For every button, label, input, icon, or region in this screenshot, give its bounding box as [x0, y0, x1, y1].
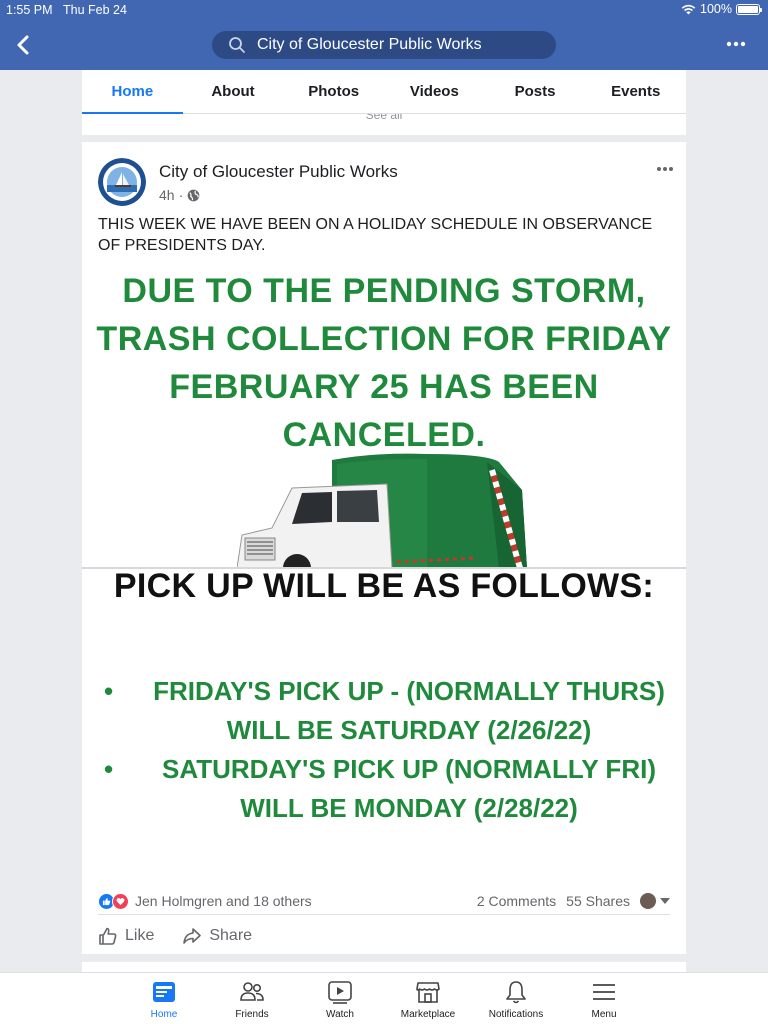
headline-line: TRASH COLLECTION FOR FRIDAY	[96, 320, 672, 358]
bottom-tab-label: Home	[150, 1009, 178, 1020]
post-actions: Like Share	[98, 922, 252, 950]
post-image[interactable]: DUE TO THE PENDING STORM, TRASH COLLECTI…	[82, 267, 686, 874]
status-right: 100%	[681, 2, 762, 16]
bell-icon	[506, 981, 526, 1004]
bottom-tab-watch[interactable]: Watch	[300, 979, 380, 1020]
more-options-icon[interactable]	[726, 38, 746, 50]
post-author[interactable]: City of Gloucester Public Works	[159, 162, 398, 182]
tab-videos[interactable]: Videos	[384, 70, 485, 113]
like-button[interactable]: Like	[98, 926, 154, 946]
garbage-truck-illustration	[237, 453, 527, 568]
tab-events[interactable]: Events	[585, 70, 686, 113]
bottom-tab-label: Friends	[235, 1009, 269, 1020]
app-header: 1:55 PM Thu Feb 24 100% City of Gloucest…	[0, 0, 768, 70]
share-icon	[183, 928, 202, 944]
reaction-icons[interactable]	[98, 892, 129, 910]
bullet: •	[104, 754, 114, 784]
pickup-list: • FRIDAY'S PICK UP - (NORMALLY THURS) WI…	[100, 672, 682, 828]
bullet: •	[104, 676, 114, 706]
thumbs-up-icon	[99, 927, 117, 945]
pickup-item-line: WILL BE MONDAY (2/28/22)	[240, 793, 578, 823]
tab-about[interactable]: About	[183, 70, 284, 113]
caret-down-icon[interactable]	[660, 898, 670, 904]
tab-photos[interactable]: Photos	[283, 70, 384, 113]
bottom-tab-marketplace[interactable]: Marketplace	[388, 979, 468, 1020]
shares-count[interactable]: 55 Shares	[566, 893, 630, 909]
post-meta: 4h ·	[159, 187, 200, 203]
bottom-tab-home[interactable]: Home	[124, 979, 204, 1020]
search-icon	[229, 37, 245, 53]
battery-icon	[736, 3, 762, 15]
meta-dot: ·	[178, 187, 184, 203]
comments-count[interactable]: 2 Comments	[477, 893, 556, 909]
pickup-item: • FRIDAY'S PICK UP - (NORMALLY THURS) WI…	[100, 672, 682, 750]
share-label: Share	[209, 927, 253, 944]
back-icon[interactable]	[14, 34, 34, 56]
bottom-tab-label: Notifications	[488, 1009, 544, 1020]
page-tabs-card: Home About Photos Videos Posts Events Se…	[82, 70, 686, 135]
pickup-title: PICK UP WILL BE AS FOLLOWS:	[113, 567, 655, 605]
bottom-tab-label: Menu	[591, 1009, 617, 1020]
watch-icon	[328, 981, 352, 1004]
tab-posts[interactable]: Posts	[485, 70, 586, 113]
status-time: 1:55 PM	[6, 3, 53, 17]
bottom-tab-bar: Home Friends Watch Marketplace Notificat…	[0, 972, 768, 1024]
post-time: 4h	[159, 187, 175, 203]
globe-icon	[187, 189, 200, 201]
bottom-tab-menu[interactable]: Menu	[564, 979, 644, 1020]
page-tabs: Home About Photos Videos Posts Events	[82, 70, 686, 114]
bottom-tab-label: Marketplace	[400, 1009, 456, 1020]
status-date: Thu Feb 24	[63, 3, 127, 17]
post-text: THIS WEEK WE HAVE BEEN ON A HOLIDAY SCHE…	[98, 216, 653, 254]
friends-icon	[240, 982, 264, 1001]
battery-percent: 100%	[700, 2, 732, 16]
bottom-tab-notifications[interactable]: Notifications	[476, 979, 556, 1020]
actions-divider	[98, 914, 670, 915]
tab-home[interactable]: Home	[82, 70, 183, 114]
pickup-item-line: WILL BE SATURDAY (2/26/22)	[226, 715, 592, 745]
headline-line: DUE TO THE PENDING STORM,	[122, 272, 646, 310]
reactions-bar: Jen Holmgren and 18 others 2 Comments 55…	[98, 886, 670, 916]
search-bar[interactable]: City of Gloucester Public Works	[212, 31, 556, 59]
bottom-tab-friends[interactable]: Friends	[212, 979, 292, 1020]
wifi-icon	[681, 4, 696, 14]
post-card: City of Gloucester Public Works 4h · THI…	[82, 142, 686, 954]
share-button[interactable]: Share	[182, 926, 252, 946]
notice-headline: DUE TO THE PENDING STORM, TRASH COLLECTI…	[82, 267, 686, 459]
marketplace-icon	[416, 982, 440, 1003]
page-avatar[interactable]	[98, 158, 146, 206]
headline-line: FEBRUARY 25 HAS BEEN	[169, 368, 599, 406]
pickup-item-line: SATURDAY'S PICK UP (NORMALLY FRI)	[162, 754, 656, 784]
post-options-icon[interactable]	[656, 166, 674, 172]
like-label: Like	[125, 927, 155, 944]
menu-icon	[593, 984, 615, 1000]
home-icon	[153, 982, 175, 1002]
viewer-avatar[interactable]	[640, 893, 656, 909]
reactions-count[interactable]: Jen Holmgren and 18 others	[135, 893, 312, 909]
love-reaction-icon	[112, 892, 129, 910]
pickup-item: • SATURDAY'S PICK UP (NORMALLY FRI) WILL…	[100, 750, 682, 828]
pickup-item-line: FRIDAY'S PICK UP - (NORMALLY THURS)	[153, 676, 665, 706]
bottom-tab-label: Watch	[326, 1009, 354, 1020]
search-query: City of Gloucester Public Works	[257, 36, 482, 53]
